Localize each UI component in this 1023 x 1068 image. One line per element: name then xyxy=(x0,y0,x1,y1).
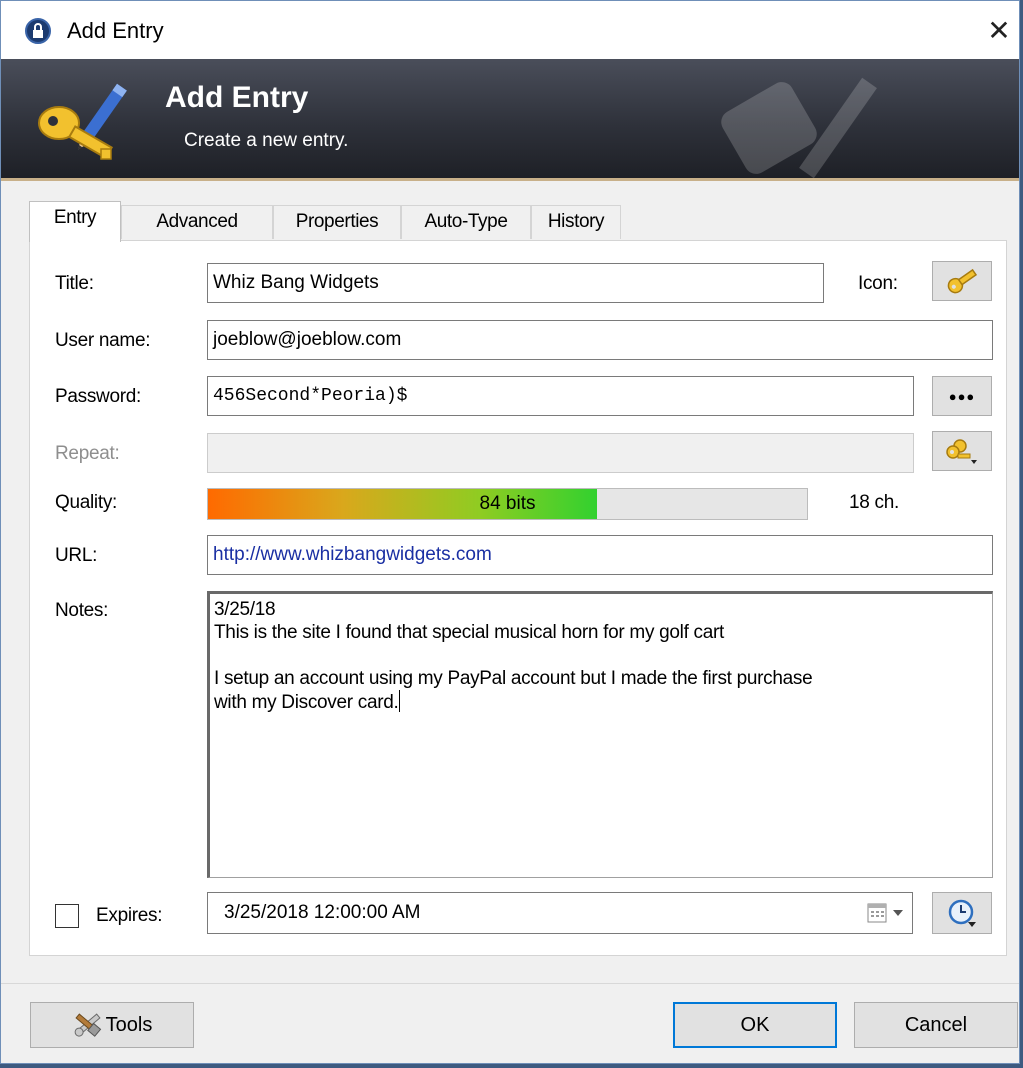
quality-bits: 84 bits xyxy=(479,493,536,514)
ok-button[interactable]: OK xyxy=(673,1002,837,1048)
url-label: URL: xyxy=(55,545,98,566)
username-label: User name: xyxy=(55,330,151,351)
tab-history[interactable]: History xyxy=(531,205,621,239)
repeat-label: Repeat: xyxy=(55,443,120,464)
icon-picker-button[interactable] xyxy=(932,261,992,301)
password-length: 18 ch. xyxy=(849,492,899,513)
expires-label: Expires: xyxy=(96,905,163,926)
chevron-down-icon xyxy=(893,910,903,916)
calendar-dropdown[interactable] xyxy=(867,902,904,924)
tab-auto-type[interactable]: Auto-Type xyxy=(401,205,531,239)
expires-checkbox[interactable] xyxy=(55,904,79,928)
banner: Add Entry Create a new entry. xyxy=(1,59,1019,181)
key-pencil-icon xyxy=(38,83,127,160)
title-bar: Add Entry ✕ xyxy=(1,1,1019,59)
banner-divider xyxy=(1,178,1019,181)
close-icon[interactable]: ✕ xyxy=(979,11,1019,51)
add-entry-dialog: Add Entry ✕ Add Entry Create a new entry… xyxy=(0,0,1020,1064)
banner-title: Add Entry xyxy=(165,81,309,114)
notes-text: 3/25/18 This is the site I found that sp… xyxy=(214,599,813,713)
banner-watermark-icon xyxy=(721,77,877,179)
icon-label: Icon: xyxy=(858,273,898,294)
expiry-date-picker[interactable]: 3/25/2018 12:00:00 AM xyxy=(207,892,913,934)
notes-label: Notes: xyxy=(55,600,109,621)
footer-divider xyxy=(1,983,1019,984)
tools-label: Tools xyxy=(105,1014,153,1036)
banner-subtitle: Create a new entry. xyxy=(184,130,349,151)
tools-button[interactable]: Tools xyxy=(30,1002,194,1048)
notes-field[interactable]: 3/25/18 This is the site I found that sp… xyxy=(207,591,993,878)
repeat-password-field[interactable] xyxy=(207,433,914,473)
tools-icon xyxy=(74,1013,101,1037)
expiry-date-value: 3/25/2018 12:00:00 AM xyxy=(224,902,421,923)
show-password-icon[interactable]: ●●● xyxy=(932,376,992,416)
tab-properties[interactable]: Properties xyxy=(273,205,401,239)
password-label: Password: xyxy=(55,386,142,407)
tab-entry[interactable]: Entry xyxy=(29,201,121,242)
username-field[interactable]: joeblow@joeblow.com xyxy=(207,320,993,360)
key-icon xyxy=(947,268,978,294)
url-field[interactable]: http://www.whizbangwidgets.com xyxy=(207,535,993,575)
expiry-presets-button[interactable] xyxy=(932,892,992,934)
generate-password-icon xyxy=(946,439,977,464)
generate-password-button[interactable] xyxy=(932,431,992,471)
cancel-button[interactable]: Cancel xyxy=(854,1002,1018,1048)
text-caret xyxy=(398,690,400,712)
password-quality-bar: 84 bits xyxy=(207,488,808,520)
tab-advanced[interactable]: Advanced xyxy=(121,205,273,239)
title-label: Title: xyxy=(55,273,94,294)
quality-label: Quality: xyxy=(55,492,118,513)
password-field[interactable]: 456Second*Peoria)$ xyxy=(207,376,914,416)
window-title: Add Entry xyxy=(67,18,164,43)
clock-icon xyxy=(948,899,976,927)
lock-icon xyxy=(25,18,51,44)
calendar-icon xyxy=(867,903,887,923)
title-field[interactable]: Whiz Bang Widgets xyxy=(207,263,824,303)
